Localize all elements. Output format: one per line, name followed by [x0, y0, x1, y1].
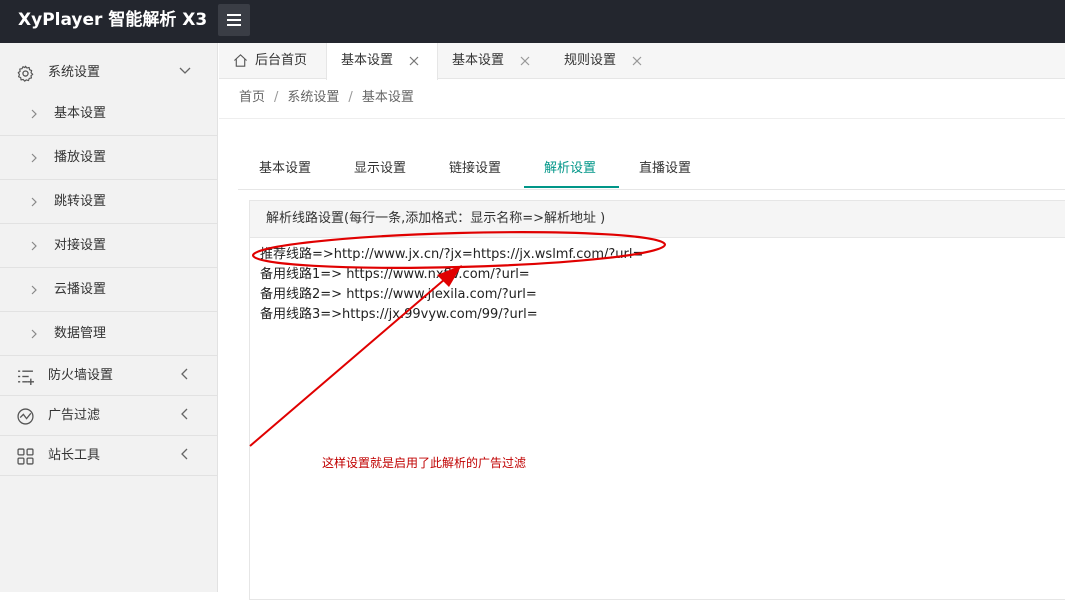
sidebar: 系统设置 基本设置 播放设置 跳转设置 对接设置 云播设置 数据管理 防火墙设置…: [0, 43, 218, 592]
parse-lines-panel: 解析线路设置(每行一条,添加格式：显示名称=>解析地址 ) 推荐线路=>http…: [249, 200, 1065, 600]
sidebar-group-webmaster-tools[interactable]: 站长工具: [0, 436, 218, 476]
gear-icon: [17, 65, 34, 82]
tab-basic[interactable]: 基本设置: [259, 159, 311, 179]
tab-display[interactable]: 显示设置: [354, 159, 406, 179]
page-tab-bar: 后台首页 基本设置 基本设置 规则设置: [219, 43, 1065, 80]
sidebar-item-label: 基本设置: [54, 106, 107, 121]
chevron-right-icon: [31, 285, 37, 295]
tab-rule-settings[interactable]: 规则设置: [550, 43, 662, 79]
app-title: XyPlayer 智能解析 X3: [18, 10, 208, 30]
sidebar-group-label: 防火墙设置: [48, 368, 114, 383]
parse-lines-textarea[interactable]: 推荐线路=>http://www.jx.cn/?jx=https://jx.ws…: [260, 245, 1050, 325]
breadcrumb-basic-settings: 基本设置: [361, 90, 414, 105]
parse-line: 备用线路1=> https://www.nxflv.com/?url=: [260, 267, 530, 282]
chevron-right-icon: [31, 197, 37, 207]
tab-basic-settings-active[interactable]: 基本设置: [326, 43, 438, 80]
chart-icon: [17, 408, 34, 425]
tab-live[interactable]: 直播设置: [639, 159, 691, 179]
breadcrumb-system-settings[interactable]: 系统设置: [287, 90, 339, 105]
sidebar-item-redirect-settings[interactable]: 跳转设置: [0, 180, 218, 224]
sidebar-item-playback-settings[interactable]: 播放设置: [0, 136, 218, 180]
sidebar-group-label: 广告过滤: [48, 408, 101, 423]
settings-tabs: 基本设置 显示设置 链接设置 解析设置 直播设置: [238, 150, 1065, 190]
menu-icon-bar: [227, 19, 241, 21]
close-icon[interactable]: [520, 56, 530, 66]
menu-icon: [227, 14, 241, 16]
sidebar-group-ad-filter[interactable]: 广告过滤: [0, 396, 218, 436]
close-icon[interactable]: [409, 56, 419, 66]
sidebar-item-label: 云播设置: [54, 282, 107, 297]
chevron-right-icon: [31, 153, 37, 163]
list-icon: [18, 370, 34, 385]
parse-line: 备用线路3=>https://jx.99vyw.com/99/?url=: [260, 307, 538, 322]
chevron-right-icon: [31, 109, 37, 119]
grid-icon: [17, 448, 34, 465]
tab-label: 后台首页: [255, 53, 308, 68]
home-icon: [234, 54, 247, 67]
divider: [219, 118, 1065, 119]
panel-title: 解析线路设置(每行一条,添加格式：显示名称=>解析地址 ): [266, 211, 606, 226]
tab-label: 基本设置: [452, 53, 505, 68]
sidebar-item-label: 播放设置: [54, 150, 107, 165]
sidebar-item-cloud-play-settings[interactable]: 云播设置: [0, 268, 218, 312]
sidebar-group-system-settings[interactable]: 系统设置: [0, 53, 218, 93]
menu-icon-bar: [227, 24, 241, 26]
breadcrumb: 首页 / 系统设置 / 基本设置: [239, 89, 414, 107]
chevron-left-icon: [181, 408, 188, 420]
tab-label: 基本设置: [341, 53, 394, 68]
breadcrumb-separator: /: [274, 90, 279, 105]
sidebar-group-label: 系统设置: [48, 65, 101, 80]
sidebar-group-label: 站长工具: [48, 448, 101, 463]
tab-label: 规则设置: [564, 53, 617, 68]
parse-line: 推荐线路=>http://www.jx.cn/?jx=https://jx.ws…: [260, 247, 644, 262]
chevron-left-icon: [181, 448, 188, 460]
chevron-down-icon: [179, 67, 191, 74]
parse-line: 备用线路2=> https://www.jiexila.com/?url=: [260, 287, 537, 302]
sidebar-item-basic-settings[interactable]: 基本设置: [0, 92, 218, 136]
sidebar-item-data-management[interactable]: 数据管理: [0, 312, 218, 356]
sidebar-item-label: 跳转设置: [54, 194, 107, 209]
menu-toggle-button[interactable]: [218, 4, 250, 36]
top-bar: XyPlayer 智能解析 X3: [0, 0, 1065, 43]
chevron-right-icon: [31, 241, 37, 251]
breadcrumb-home[interactable]: 首页: [239, 90, 265, 105]
close-icon[interactable]: [632, 56, 642, 66]
chevron-left-icon: [181, 368, 188, 380]
sidebar-item-integration-settings[interactable]: 对接设置: [0, 224, 218, 268]
panel-header: 解析线路设置(每行一条,添加格式：显示名称=>解析地址 ): [250, 201, 1065, 238]
sidebar-item-label: 对接设置: [54, 238, 107, 253]
breadcrumb-separator: /: [348, 90, 353, 105]
tab-basic-settings[interactable]: 基本设置: [438, 43, 550, 79]
chevron-right-icon: [31, 329, 37, 339]
tab-home[interactable]: 后台首页: [219, 43, 326, 79]
tab-links[interactable]: 链接设置: [449, 159, 501, 179]
active-tab-underline: [524, 186, 619, 188]
sidebar-item-label: 数据管理: [54, 326, 107, 341]
sidebar-group-firewall[interactable]: 防火墙设置: [0, 356, 218, 396]
annotation-text: 这样设置就是启用了此解析的广告过滤: [322, 456, 527, 470]
tab-parse-active[interactable]: 解析设置: [544, 159, 596, 179]
